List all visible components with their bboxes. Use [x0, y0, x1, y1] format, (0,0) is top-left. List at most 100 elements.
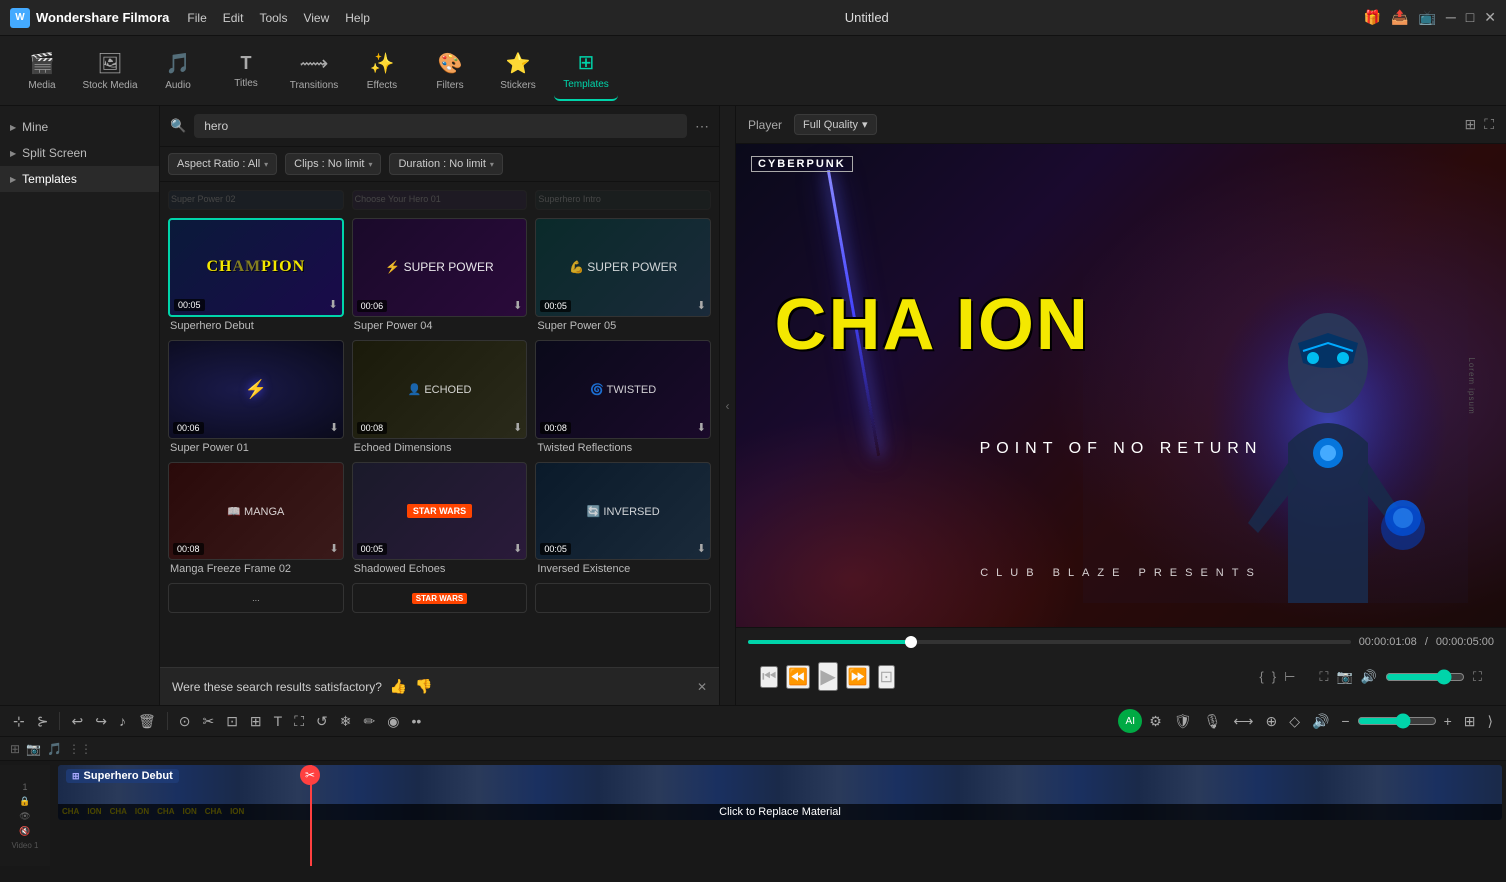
toolbar-audio[interactable]: 🎵 Audio	[146, 41, 210, 101]
volume-slider[interactable]	[1385, 669, 1465, 685]
expand-view-icon[interactable]: ⛶	[1484, 116, 1494, 133]
sync-icon[interactable]: ⟷	[1228, 710, 1258, 733]
window-max-icon[interactable]: □	[1466, 9, 1474, 26]
aspect-ratio-filter[interactable]: Aspect Ratio : All ▾	[168, 153, 277, 175]
track-audio-icon[interactable]: 🎵	[47, 742, 62, 756]
list-item[interactable]: STAR WARS	[352, 583, 528, 613]
audio-detach-button[interactable]: ♪	[114, 710, 131, 732]
redo-button[interactable]: ↪	[90, 710, 112, 733]
gift-icon[interactable]: 🎁	[1364, 9, 1381, 26]
thumbs-down-icon[interactable]: 👎	[415, 678, 432, 695]
keyframe-icon[interactable]: ◇	[1284, 710, 1305, 733]
toolbar-stickers[interactable]: ⭐ Stickers	[486, 41, 550, 101]
step-forward-button[interactable]: ⏩	[846, 665, 870, 689]
play-button[interactable]: ▶	[818, 662, 837, 691]
list-item[interactable]: ⚡ SUPER POWER 00:06 ⬇ Super Power 04	[352, 218, 528, 332]
track-lock-icon[interactable]: 🔒	[19, 796, 30, 807]
list-item[interactable]: Superhero Intro	[535, 190, 711, 210]
more-options-icon[interactable]: ⋯	[695, 118, 709, 135]
share-icon[interactable]: 📤	[1391, 9, 1408, 26]
menu-tools[interactable]: Tools	[259, 11, 287, 25]
track-add-icon[interactable]: ⊕	[1260, 710, 1282, 733]
list-item[interactable]	[535, 583, 711, 613]
edit-button[interactable]: ✏	[359, 710, 381, 733]
list-item[interactable]: 🔄 INVERSED 00:05 ⬇ Inversed Existence	[535, 462, 711, 576]
fullscreen-icon[interactable]: ⛶	[1473, 669, 1482, 685]
layout-grid-icon[interactable]: ⊞	[1459, 710, 1481, 733]
sidebar-item-mine[interactable]: ▶ Mine	[0, 114, 159, 140]
toolbar-transitions[interactable]: ⟿ Transitions	[282, 41, 346, 101]
mask-button[interactable]: ◉	[382, 710, 404, 733]
grid-view-icon[interactable]: ⊞	[1464, 116, 1476, 133]
select-tool-button[interactable]: ⊹	[8, 710, 30, 733]
thumbs-up-icon[interactable]: 👍	[390, 678, 407, 695]
replace-material-bar[interactable]: Click to Replace Material	[58, 804, 1502, 820]
delete-button[interactable]: 🗑	[133, 710, 161, 733]
track-split-icon[interactable]: ⋮⋮	[68, 742, 92, 756]
loop-button[interactable]: ⊡	[878, 665, 895, 689]
devices-icon[interactable]: 📺	[1418, 9, 1435, 26]
bracket-right-icon[interactable]: }	[1272, 669, 1276, 684]
more-tools-button[interactable]: ••	[406, 710, 426, 732]
zoom-fit-button[interactable]: ⊞	[245, 710, 267, 733]
zoom-slider[interactable]	[1357, 713, 1437, 729]
window-min-icon[interactable]: ─	[1446, 9, 1456, 26]
in-point-icon[interactable]: ⊢	[1284, 669, 1295, 685]
group-button[interactable]: ⊙	[174, 710, 196, 733]
rewind-button[interactable]: ⏮	[760, 666, 778, 688]
menu-help[interactable]: Help	[345, 11, 370, 25]
shield-icon[interactable]: 🛡	[1169, 710, 1197, 733]
clips-filter[interactable]: Clips : No limit ▾	[285, 153, 381, 175]
list-item[interactable]: CHAMPION 00:05 ⬇ Superhero Debut	[168, 218, 344, 332]
toolbar-templates[interactable]: ⊞ Templates	[554, 41, 618, 101]
list-item[interactable]: 📖 MANGA 00:08 ⬇ Manga Freeze Frame 02	[168, 462, 344, 576]
quality-select[interactable]: Full Quality ▾	[794, 114, 877, 135]
toolbar-effects[interactable]: ✨ Effects	[350, 41, 414, 101]
search-input[interactable]	[194, 114, 687, 138]
clip-split-button[interactable]: ⊡	[221, 710, 243, 733]
menu-edit[interactable]: Edit	[223, 11, 244, 25]
list-item[interactable]: 🌀 TWISTED 00:08 ⬇ Twisted Reflections	[535, 340, 711, 454]
toolbar-titles[interactable]: T Titles	[214, 41, 278, 101]
menu-file[interactable]: File	[187, 11, 206, 25]
list-item[interactable]: ⚡ 00:06 ⬇ Super Power 01	[168, 340, 344, 454]
zoom-in-button[interactable]: +	[1439, 710, 1457, 732]
track-eye-icon[interactable]: 👁	[19, 811, 30, 822]
list-item[interactable]: Super Power 02	[168, 190, 344, 210]
freeze-button[interactable]: ❄	[335, 710, 357, 733]
volume-timeline-icon[interactable]: 🔊	[1307, 710, 1334, 733]
expand-timeline-icon[interactable]: ⟩	[1483, 710, 1498, 733]
feedback-close-button[interactable]: ✕	[697, 680, 707, 694]
zoom-out-button[interactable]: −	[1336, 710, 1354, 732]
snapshot-icon[interactable]: 📷	[1337, 669, 1353, 685]
list-item[interactable]: ...	[168, 583, 344, 613]
progress-bar[interactable]	[748, 640, 1351, 644]
text-tool-button[interactable]: T	[269, 710, 288, 732]
list-item[interactable]: STAR WARS 00:05 ⬇ Shadowed Echoes	[352, 462, 528, 576]
track-mute-icon[interactable]: 🔇	[19, 826, 30, 837]
window-close-icon[interactable]: ✕	[1484, 9, 1496, 26]
menu-view[interactable]: View	[303, 11, 329, 25]
cut-button[interactable]: ✂	[197, 710, 219, 733]
bracket-left-icon[interactable]: {	[1259, 669, 1263, 684]
step-back-button[interactable]: ⏪	[786, 665, 810, 689]
toolbar-stock-media[interactable]: 🖼 Stock Media	[78, 41, 142, 101]
track-type-icon[interactable]: ⊞	[10, 742, 20, 756]
toolbar-filters[interactable]: 🎨 Filters	[418, 41, 482, 101]
list-item[interactable]: 💪 SUPER POWER 00:05 ⬇ Super Power 05	[535, 218, 711, 332]
settings-icon[interactable]: ⚙	[1144, 710, 1167, 733]
crop-icon[interactable]: ⛶	[1319, 669, 1328, 685]
reverse-button[interactable]: ↺	[311, 710, 333, 733]
duration-filter[interactable]: Duration : No limit ▾	[389, 153, 502, 175]
volume-icon[interactable]: 🔊	[1361, 669, 1377, 685]
collapse-panel-button[interactable]: ‹	[720, 106, 736, 705]
ai-button[interactable]: AI	[1118, 709, 1142, 733]
ripple-tool-button[interactable]: ⊱	[32, 710, 54, 733]
sidebar-item-templates[interactable]: ▶ Templates	[0, 166, 159, 192]
video-track[interactable]: ⊞ Superhero Debut CHA ION CHA ION CHA IO…	[58, 765, 1502, 820]
track-camera-icon[interactable]: 📷	[26, 742, 41, 756]
microphone-icon[interactable]: 🎙	[1199, 710, 1227, 733]
crop-tool-button[interactable]: ⛶	[289, 710, 309, 733]
undo-button[interactable]: ↩	[66, 710, 88, 733]
sidebar-item-split-screen[interactable]: ▶ Split Screen	[0, 140, 159, 166]
